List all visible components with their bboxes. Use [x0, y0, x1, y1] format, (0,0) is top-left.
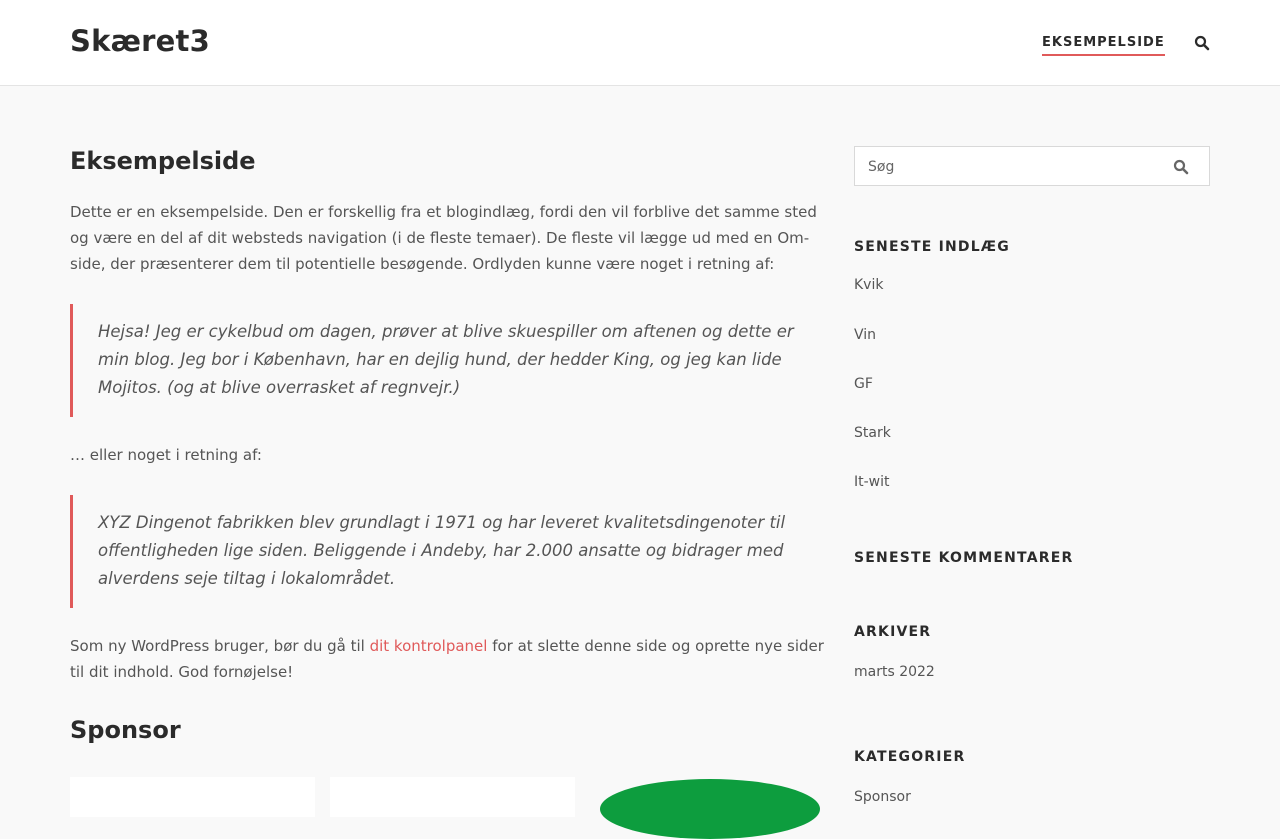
sponsor-heading: Sponsor	[70, 716, 181, 744]
sponsor-card[interactable]	[70, 777, 315, 817]
blockquote-1-text: Hejsa! Jeg er cykelbud om dagen, prøver …	[98, 322, 794, 397]
dashboard-link[interactable]: dit kontrolpanel	[370, 637, 488, 655]
main-content: Eksempelside Dette er en eksempelside. D…	[70, 146, 826, 839]
intro-paragraph: Dette er en eksempelside. Den er forskel…	[70, 203, 817, 273]
sponsor-logo[interactable]	[600, 779, 820, 839]
closing-paragraph: Som ny WordPress bruger, bør du gå til d…	[70, 633, 826, 685]
widget-title-recent-posts: SENESTE INDLÆG	[854, 239, 1010, 255]
archive-link[interactable]: marts 2022	[854, 664, 935, 680]
search-icon[interactable]	[1194, 35, 1210, 51]
recent-post-link[interactable]: Stark	[854, 425, 891, 441]
recent-post-link[interactable]: Vin	[854, 327, 876, 343]
site-title[interactable]: Skæret3	[70, 24, 210, 58]
blockquote-2: XYZ Dingenot fabrikken blev grundlagt i …	[70, 495, 826, 608]
blockquote-2-text: XYZ Dingenot fabrikken blev grundlagt i …	[98, 513, 786, 588]
nav-item-eksempelside[interactable]: EKSEMPELSIDE	[1042, 35, 1165, 56]
recent-post-link[interactable]: GF	[854, 376, 873, 392]
site-header: Skæret3 EKSEMPELSIDE	[0, 0, 1280, 86]
widget-title-categories: KATEGORIER	[854, 749, 966, 765]
sponsor-card[interactable]	[330, 777, 575, 817]
recent-post-link[interactable]: It-wit	[854, 474, 890, 490]
widget-title-recent-comments: SENESTE KOMMENTARER	[854, 550, 1074, 566]
widget-title-archives: ARKIVER	[854, 624, 932, 640]
search-icon[interactable]	[1173, 159, 1189, 175]
search-input[interactable]	[868, 157, 1158, 177]
closing-text-before: Som ny WordPress bruger, bør du gå til	[70, 637, 370, 655]
middle-paragraph: … eller noget i retning af:	[70, 446, 262, 464]
sidebar-search-form	[854, 146, 1210, 186]
blockquote-1: Hejsa! Jeg er cykelbud om dagen, prøver …	[70, 304, 826, 417]
page-title: Eksempelside	[70, 147, 256, 175]
recent-post-link[interactable]: Kvik	[854, 277, 883, 293]
category-link[interactable]: Sponsor	[854, 789, 911, 805]
